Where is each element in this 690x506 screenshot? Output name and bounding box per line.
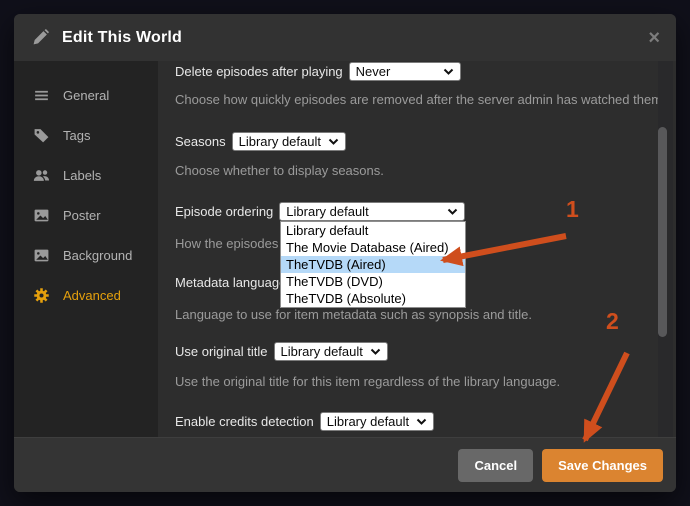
tag-icon xyxy=(34,128,49,142)
sidebar-item-general[interactable]: General xyxy=(14,75,158,115)
chevron-down-icon xyxy=(328,138,339,145)
image-icon xyxy=(34,249,49,261)
pencil-icon xyxy=(33,29,49,45)
image-icon xyxy=(34,209,49,221)
chevron-down-icon xyxy=(447,208,458,215)
dropdown-option[interactable]: Library default xyxy=(281,222,465,239)
episode-ordering-select[interactable]: Library default xyxy=(279,202,466,221)
setting-metadata-language: Metadata language xyxy=(175,275,287,290)
setting-seasons: Seasons Library default xyxy=(175,132,346,151)
chevron-down-icon xyxy=(416,418,427,425)
dropdown-option-highlighted[interactable]: TheTVDB (Aired) xyxy=(281,256,465,273)
scrollbar-thumb[interactable] xyxy=(658,127,667,337)
users-icon xyxy=(33,169,50,181)
list-icon xyxy=(35,90,48,100)
delete-episodes-select[interactable]: Never xyxy=(348,62,461,81)
dropdown-option[interactable]: TheTVDB (DVD) xyxy=(281,273,465,290)
modal-title: Edit This World xyxy=(62,28,183,46)
setting-episode-ordering: Episode ordering Library default xyxy=(175,202,466,221)
gear-icon xyxy=(34,287,49,303)
close-icon[interactable]: × xyxy=(648,28,660,48)
cancel-button[interactable]: Cancel xyxy=(458,448,534,482)
use-original-title-select[interactable]: Library default xyxy=(273,342,388,361)
save-changes-button[interactable]: Save Changes xyxy=(542,448,663,482)
dropdown-option[interactable]: The Movie Database (Aired) xyxy=(281,239,465,256)
seasons-select[interactable]: Library default xyxy=(231,132,346,151)
settings-panel: Delete episodes after playing Never Choo… xyxy=(158,61,676,437)
setting-credits-detection: Enable credits detection Library default xyxy=(175,412,435,431)
scrollbar-track[interactable] xyxy=(658,61,673,437)
credits-detection-select[interactable]: Library default xyxy=(319,412,435,431)
sidebar-item-poster[interactable]: Poster xyxy=(14,195,158,235)
setting-use-original-title: Use original title Library default xyxy=(175,342,388,361)
edit-modal: Edit This World × General Tags Labels Po… xyxy=(14,14,676,492)
modal-header: Edit This World × xyxy=(14,14,676,61)
modal-footer: Cancel Save Changes xyxy=(14,437,676,492)
sidebar-item-advanced[interactable]: Advanced xyxy=(14,275,158,315)
sidebar-item-tags[interactable]: Tags xyxy=(14,115,158,155)
dropdown-option[interactable]: TheTVDB (Absolute) xyxy=(281,290,465,307)
sidebar-item-labels[interactable]: Labels xyxy=(14,155,158,195)
chevron-down-icon xyxy=(443,68,454,75)
sidebar: General Tags Labels Poster Background Ad… xyxy=(14,61,158,437)
setting-delete-episodes: Delete episodes after playing Never xyxy=(175,62,461,81)
sidebar-item-background[interactable]: Background xyxy=(14,235,158,275)
episode-ordering-dropdown: Library default The Movie Database (Aire… xyxy=(280,221,466,308)
chevron-down-icon xyxy=(370,348,381,355)
